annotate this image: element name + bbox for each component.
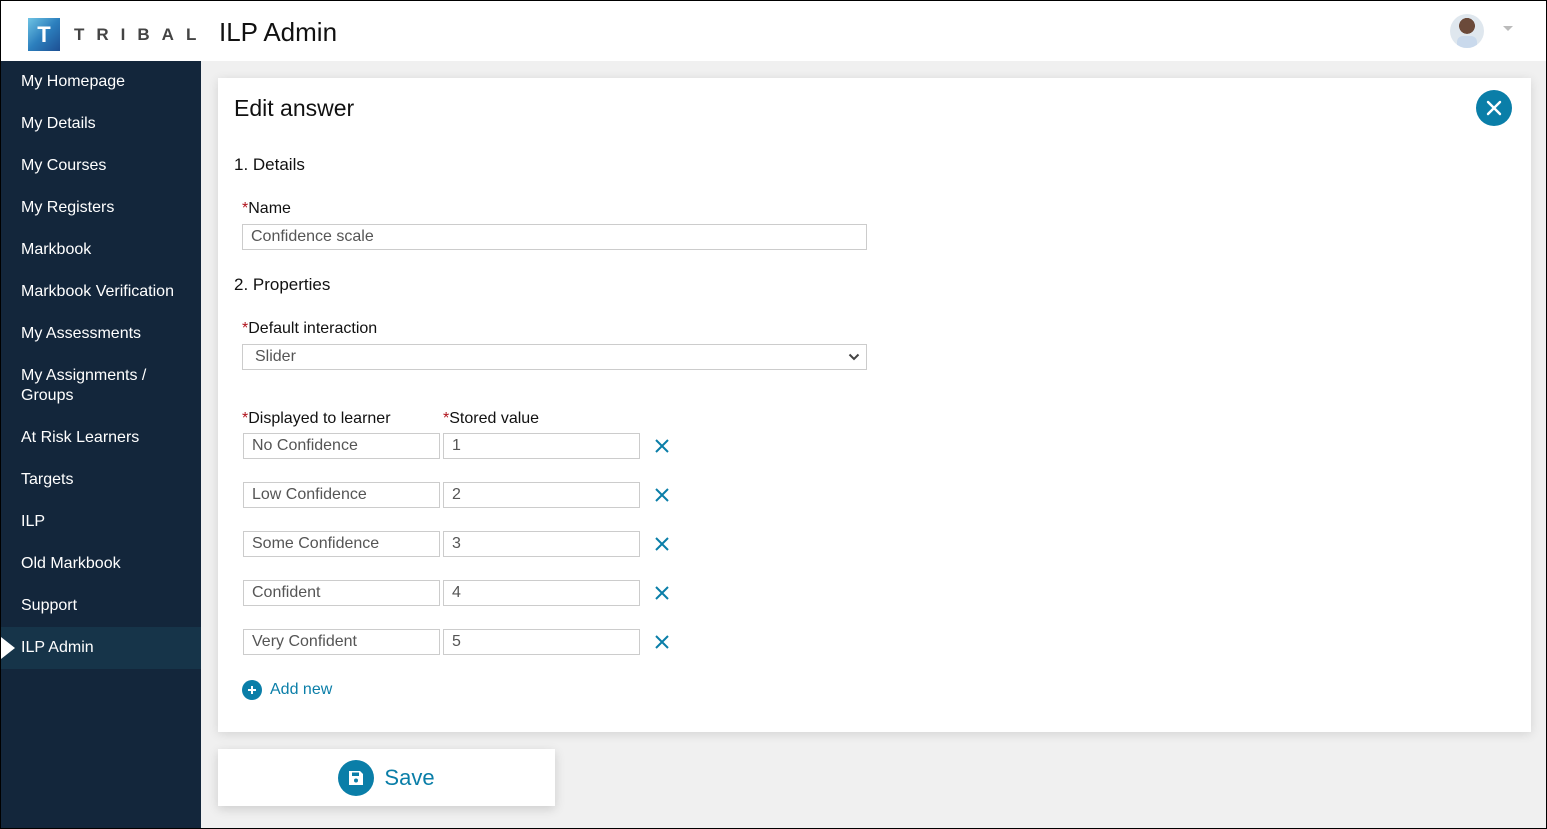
default-interaction-select[interactable]: Slider bbox=[242, 344, 867, 370]
stored-value-input[interactable]: 4 bbox=[443, 580, 640, 606]
displayed-input[interactable]: Some Confidence bbox=[243, 531, 440, 557]
displayed-input[interactable]: Very Confident bbox=[243, 629, 440, 655]
remove-row-button[interactable] bbox=[652, 534, 672, 554]
displayed-input[interactable]: Low Confidence bbox=[243, 482, 440, 508]
sidebar-item-support[interactable]: Support bbox=[1, 585, 201, 627]
plus-circle-icon bbox=[242, 680, 262, 700]
stored-value-header: *Stored value bbox=[443, 410, 539, 428]
default-interaction-value: Slider bbox=[255, 348, 296, 365]
sidebar-item-my-homepage[interactable]: My Homepage bbox=[1, 61, 201, 103]
stored-value-input[interactable]: 5 bbox=[443, 629, 640, 655]
page-title: Edit answer bbox=[234, 95, 355, 121]
section-details-title: 1. Details bbox=[234, 155, 305, 174]
sidebar-item-markbook[interactable]: Markbook bbox=[1, 229, 201, 271]
close-icon bbox=[655, 439, 669, 453]
stored-value-input[interactable]: 1 bbox=[443, 433, 640, 459]
user-menu-caret-icon[interactable] bbox=[1503, 26, 1513, 31]
add-new-label: Add new bbox=[270, 681, 333, 698]
default-interaction-label-text: Default interaction bbox=[248, 320, 378, 337]
save-label: Save bbox=[384, 764, 435, 790]
close-icon bbox=[655, 537, 669, 551]
sidebar-item-targets[interactable]: Targets bbox=[1, 459, 201, 501]
name-label-text: Name bbox=[248, 200, 291, 217]
sidebar-item-ilp-admin[interactable]: ILP Admin bbox=[1, 627, 201, 669]
name-label: *Name bbox=[242, 200, 291, 218]
chevron-down-icon bbox=[848, 353, 860, 361]
sidebar-item-my-registers[interactable]: My Registers bbox=[1, 187, 201, 229]
remove-row-button[interactable] bbox=[652, 485, 672, 505]
sidebar-item-markbook-verification[interactable]: Markbook Verification bbox=[1, 271, 201, 313]
sidebar-item-my-assignments-groups[interactable]: My Assignments / Groups bbox=[1, 355, 201, 417]
floppy-disk-icon bbox=[338, 759, 375, 796]
displayed-to-learner-text: Displayed to learner bbox=[248, 410, 391, 427]
sidebar-item-old-markbook[interactable]: Old Markbook bbox=[1, 543, 201, 585]
sidebar-item-at-risk-learners[interactable]: At Risk Learners bbox=[1, 417, 201, 459]
user-avatar[interactable] bbox=[1450, 14, 1484, 48]
sidebar-item-my-courses[interactable]: My Courses bbox=[1, 145, 201, 187]
logo-text: TRIBAL bbox=[74, 24, 209, 44]
top-bar: T TRIBAL ILP Admin bbox=[1, 1, 1546, 61]
save-button[interactable]: Save bbox=[218, 749, 555, 806]
default-interaction-label: *Default interaction bbox=[242, 320, 377, 338]
stored-value-input[interactable]: 3 bbox=[443, 531, 640, 557]
close-icon bbox=[655, 488, 669, 502]
close-button[interactable] bbox=[1476, 90, 1512, 126]
edit-answer-panel: Edit answer 1. Details *Name Confidence … bbox=[218, 78, 1531, 732]
name-input[interactable]: Confidence scale bbox=[242, 224, 867, 250]
displayed-input[interactable]: No Confidence bbox=[243, 433, 440, 459]
sidebar-item-ilp[interactable]: ILP bbox=[1, 501, 201, 543]
displayed-to-learner-header: *Displayed to learner bbox=[242, 410, 391, 428]
remove-row-button[interactable] bbox=[652, 436, 672, 456]
close-icon bbox=[655, 586, 669, 600]
stored-value-input[interactable]: 2 bbox=[443, 482, 640, 508]
close-icon bbox=[1486, 100, 1502, 116]
section-properties-title: 2. Properties bbox=[234, 275, 331, 294]
tribal-logo[interactable]: T TRIBAL bbox=[28, 18, 208, 51]
app-title: ILP Admin bbox=[219, 17, 338, 47]
sidebar-item-my-details[interactable]: My Details bbox=[1, 103, 201, 145]
sidebar-item-my-assessments[interactable]: My Assessments bbox=[1, 313, 201, 355]
close-icon bbox=[655, 635, 669, 649]
displayed-input[interactable]: Confident bbox=[243, 580, 440, 606]
add-new-button[interactable]: Add new bbox=[242, 680, 332, 700]
stored-value-text: Stored value bbox=[449, 410, 540, 427]
logo-mark: T bbox=[28, 18, 60, 51]
remove-row-button[interactable] bbox=[652, 583, 672, 603]
remove-row-button[interactable] bbox=[652, 632, 672, 652]
sidebar: My Homepage My Details My Courses My Reg… bbox=[1, 61, 201, 828]
